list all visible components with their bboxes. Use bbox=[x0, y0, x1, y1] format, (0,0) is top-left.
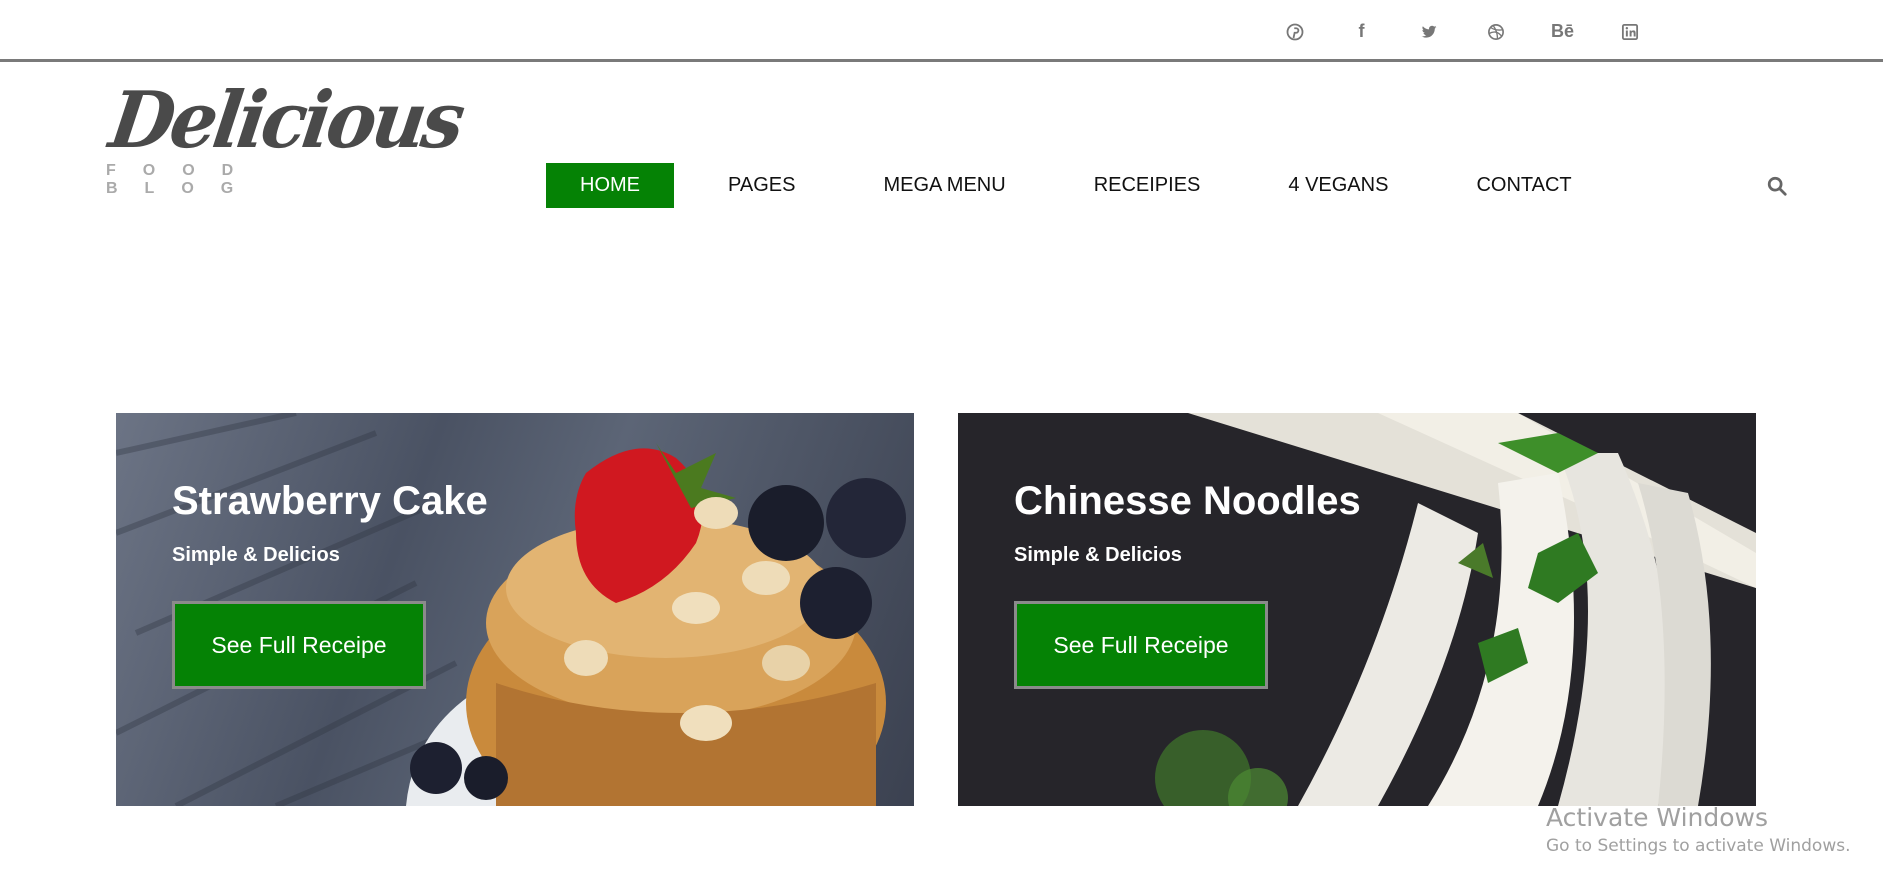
card-title: Chinesse Noodles bbox=[1014, 479, 1361, 523]
dribbble-icon bbox=[1487, 24, 1504, 41]
twitter-link[interactable] bbox=[1395, 17, 1462, 45]
pinterest-icon bbox=[1286, 23, 1303, 41]
top-social-bar: f Bē bbox=[0, 0, 1883, 62]
nav-item-mega-menu[interactable]: MEGA MENU bbox=[849, 163, 1039, 208]
see-full-receipe-button[interactable]: See Full Receipe bbox=[172, 601, 426, 689]
linkedin-link[interactable] bbox=[1596, 17, 1663, 45]
recipe-card-strawberry-cake: Strawberry Cake Simple & Delicios See Fu… bbox=[116, 413, 914, 806]
nav-item-pages[interactable]: PAGES bbox=[694, 163, 829, 208]
card-subtitle: Simple & Delicios bbox=[172, 544, 340, 566]
facebook-link[interactable]: f bbox=[1328, 17, 1395, 45]
card-subtitle: Simple & Delicios bbox=[1014, 544, 1182, 566]
watermark-title: Activate Windows bbox=[1546, 803, 1768, 832]
nav-item-receipies[interactable]: RECEIPIES bbox=[1060, 163, 1235, 208]
linkedin-icon bbox=[1621, 24, 1638, 41]
see-full-receipe-button[interactable]: See Full Receipe bbox=[1014, 601, 1268, 689]
pinterest-link[interactable] bbox=[1261, 17, 1328, 45]
card-title: Strawberry Cake bbox=[172, 479, 488, 523]
search-button[interactable] bbox=[1766, 175, 1792, 201]
twitter-icon bbox=[1421, 25, 1436, 38]
watermark-subtitle: Go to Settings to activate Windows. bbox=[1546, 836, 1851, 856]
recipe-card-chinesse-noodles: Chinesse Noodles Simple & Delicios See F… bbox=[958, 413, 1756, 806]
site-logo[interactable]: Delicious FOOD BLOG bbox=[104, 76, 466, 198]
behance-icon: Bē bbox=[1550, 21, 1574, 41]
dribbble-link[interactable] bbox=[1462, 17, 1529, 45]
logo-wordmark: Delicious bbox=[104, 75, 467, 166]
nav-item-contact[interactable]: CONTACT bbox=[1442, 163, 1605, 208]
facebook-icon: f bbox=[1358, 21, 1365, 41]
windows-activation-watermark: Activate Windows Go to Settings to activ… bbox=[1546, 803, 1851, 856]
nav-item-4-vegans[interactable]: 4 VEGANS bbox=[1254, 163, 1422, 208]
behance-link[interactable]: Bē bbox=[1529, 17, 1596, 45]
main-navigation: HOME PAGES MEGA MENU RECEIPIES 4 VEGANS … bbox=[546, 163, 1626, 208]
nav-item-home[interactable]: HOME bbox=[546, 163, 674, 208]
search-icon bbox=[1767, 176, 1787, 196]
social-links: f Bē bbox=[1261, 17, 1663, 45]
